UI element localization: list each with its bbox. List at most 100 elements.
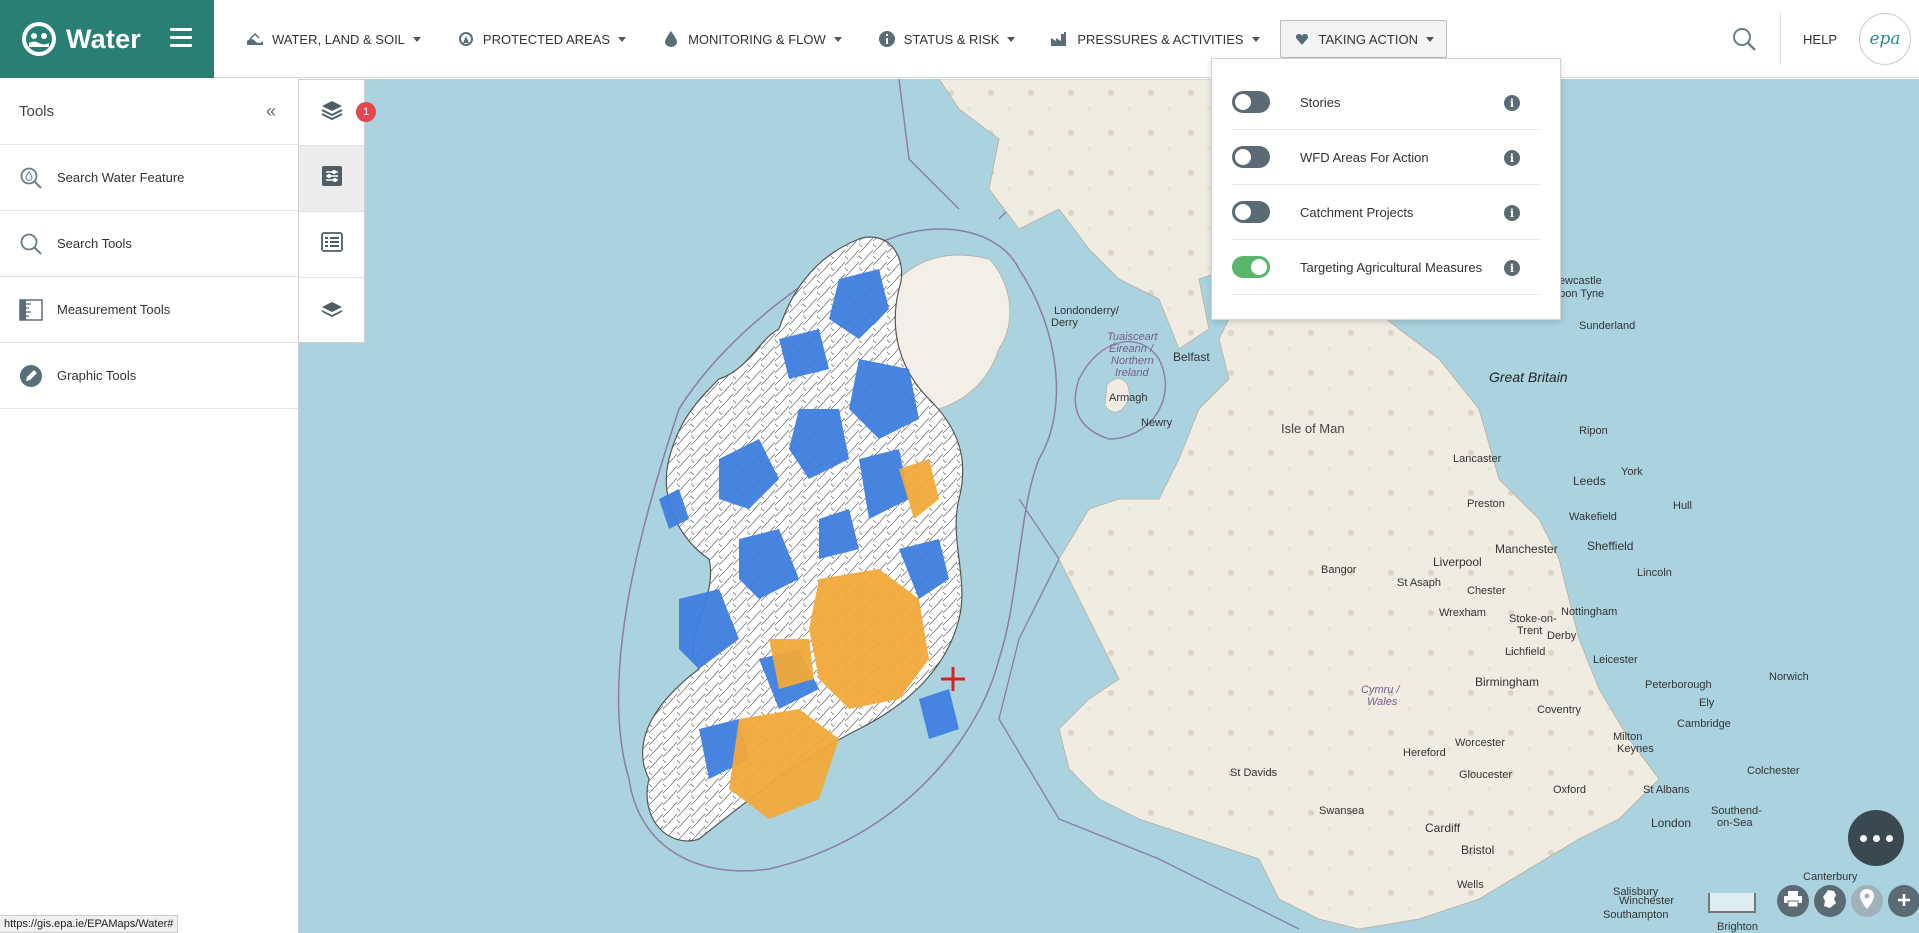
more-options-button[interactable] (1848, 810, 1904, 866)
nav-taking-action[interactable]: TAKING ACTION (1279, 20, 1447, 58)
collapse-sidebar-icon[interactable]: « (266, 102, 276, 120)
nav-water-land-soil[interactable]: WATER, LAND & SOIL (240, 20, 427, 58)
map-label-winchester: Winchester (1619, 895, 1675, 907)
legend-list-icon (320, 231, 343, 258)
nav-label: STATUS & RISK (903, 31, 1000, 47)
wfd-areas-toggle[interactable] (1232, 146, 1270, 168)
sidebar-header: Tools « (0, 79, 298, 145)
tool-graphic-tools[interactable]: Graphic Tools (0, 343, 298, 409)
chevron-down-icon (1007, 36, 1016, 42)
map-label-stoke: Stoke-on- (1509, 613, 1557, 625)
dropdown-item-wfd-areas[interactable]: WFD Areas For Action i (1232, 130, 1540, 185)
nav-pressures-activities[interactable]: PRESSURES & ACTIVITIES (1045, 20, 1265, 58)
plus-icon (1897, 891, 1911, 911)
legend-button[interactable] (299, 212, 364, 278)
water-land-icon (246, 31, 264, 47)
map-label-st-davids: St Davids (1230, 767, 1278, 779)
map-label-bristol: Bristol (1461, 843, 1495, 857)
map-label-brighton: Brighton (1717, 921, 1758, 933)
help-link[interactable]: HELP (1803, 32, 1837, 47)
map-controls (1708, 885, 1919, 921)
map-label-wells: Wells (1457, 879, 1484, 891)
map-label-milton: Milton (1613, 731, 1643, 743)
map-label-st-albans: St Albans (1643, 784, 1690, 796)
tool-search-water-feature[interactable]: Search Water Feature (0, 145, 298, 211)
catchment-projects-toggle[interactable] (1232, 201, 1270, 223)
epa-logo[interactable]: epa (1859, 13, 1911, 65)
nav-monitoring-flow[interactable]: MONITORING & FLOW (656, 20, 848, 58)
map-label-london: London (1651, 816, 1692, 830)
layers-button[interactable]: 1 (299, 80, 376, 146)
map-label-lichfield: Lichfield (1505, 646, 1546, 658)
hamburger-menu-icon[interactable] (170, 28, 192, 48)
dropdown-item-targeting-agricultural[interactable]: Targeting Agricultural Measures i (1232, 240, 1540, 295)
map-label-wrexham: Wrexham (1439, 607, 1486, 619)
nav-label: PRESSURES & ACTIVITIES (1077, 31, 1244, 47)
filters-button[interactable] (299, 146, 364, 212)
dot (1859, 834, 1867, 842)
map-label-colchester: Colchester (1747, 765, 1800, 777)
stories-toggle[interactable] (1232, 91, 1270, 113)
info-icon[interactable]: i (1504, 150, 1520, 166)
ireland-extent-button[interactable] (1814, 885, 1846, 917)
search-water-feature-icon (19, 166, 43, 190)
map-label-derry: Derry (1051, 317, 1078, 329)
info-icon[interactable]: i (1504, 260, 1520, 276)
sliders-icon (321, 165, 343, 192)
map-label-leicester: Leicester (1593, 654, 1638, 666)
tool-search-tools[interactable]: Search Tools (0, 211, 298, 277)
search-icon[interactable] (1722, 17, 1766, 61)
nav-label: PROTECTED AREAS (482, 31, 611, 47)
map-label-southend: Southend- (1711, 805, 1762, 817)
zoom-in-button[interactable] (1888, 885, 1919, 917)
nav-status-risk[interactable]: STATUS & RISK (872, 20, 1022, 58)
dropdown-item-stories[interactable]: Stories i (1232, 75, 1540, 130)
map-label-worcester: Worcester (1455, 737, 1505, 749)
map-label-eireann: Éireann / (1109, 343, 1154, 355)
header-divider (1780, 13, 1782, 65)
map-label-great-britain: Great Britain (1489, 369, 1568, 385)
map-label-ripon: Ripon (1579, 425, 1608, 437)
map-label-york: York (1621, 466, 1643, 478)
map-label-norwich: Norwich (1769, 671, 1809, 683)
chevron-down-icon (1251, 36, 1260, 42)
map-label-canterbury: Canterbury (1803, 871, 1858, 883)
map-view[interactable]: Londonderry/ Derry Tuaisceart Éireann / … (299, 79, 1919, 933)
basemap-icon (321, 301, 343, 322)
water-logo-icon[interactable] (22, 22, 56, 56)
dropdown-item-label: Catchment Projects (1300, 204, 1414, 220)
dropdown-item-catchment-projects[interactable]: Catchment Projects i (1232, 185, 1540, 240)
protected-areas-icon (457, 31, 475, 47)
layers-count-badge: 1 (356, 102, 376, 122)
map-label-belfast: Belfast (1173, 350, 1210, 364)
ireland-map-icon (1822, 889, 1838, 913)
print-button[interactable] (1777, 885, 1809, 917)
chevron-down-icon (412, 36, 421, 42)
map-label-newry: Newry (1141, 417, 1173, 429)
map-label-sunderland: Sunderland (1579, 320, 1636, 332)
tool-label: Measurement Tools (57, 302, 171, 317)
chevron-down-icon (833, 36, 842, 42)
targeting-agricultural-toggle[interactable] (1232, 256, 1270, 278)
app-root: Londonderry/ Derry Tuaisceart Éireann / … (0, 0, 1919, 933)
map-label-tuaisceart: Tuaisceart (1107, 331, 1158, 343)
top-header: Water WATER, LAND & SOIL PROTECTED AREAS… (0, 0, 1919, 78)
nav-protected-areas[interactable]: PROTECTED AREAS (451, 20, 632, 58)
tool-label: Graphic Tools (57, 368, 137, 383)
map-label-hull: Hull (1673, 500, 1692, 512)
search-icon (19, 232, 43, 256)
map-label-derby: Derby (1547, 630, 1577, 642)
heart-icon (1293, 31, 1311, 47)
map-label-st-asaph: St Asaph (1397, 577, 1442, 589)
app-title[interactable]: Water (66, 24, 141, 55)
chevron-down-icon (618, 36, 627, 42)
basemap-button[interactable] (299, 278, 364, 344)
info-icon[interactable]: i (1504, 205, 1520, 221)
printer-icon (1784, 891, 1802, 911)
tool-label: Search Tools (57, 236, 132, 251)
scale-bar (1708, 893, 1756, 913)
tool-measurement-tools[interactable]: Measurement Tools (0, 277, 298, 343)
pencil-icon (19, 364, 43, 388)
info-icon[interactable]: i (1504, 95, 1520, 111)
locate-button[interactable] (1851, 885, 1883, 917)
